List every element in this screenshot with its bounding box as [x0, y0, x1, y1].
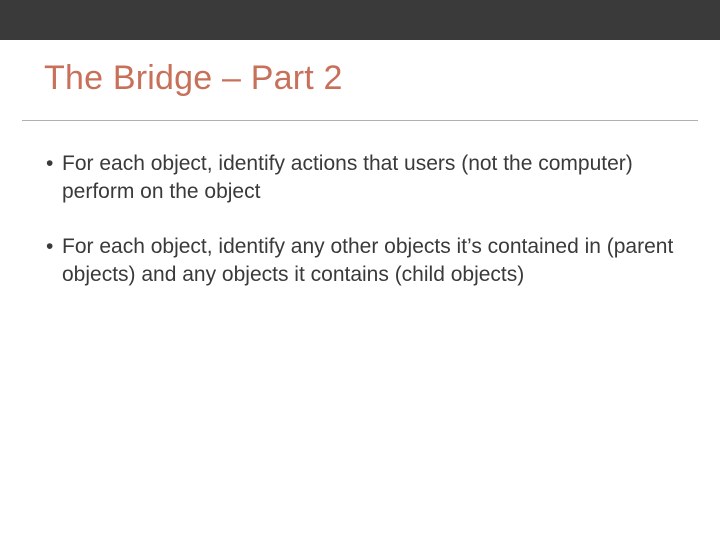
title-underline [22, 120, 698, 121]
slide: The Bridge – Part 2 • For each object, i… [0, 0, 720, 540]
bullet-text: For each object, identify any other obje… [62, 233, 674, 290]
bullet-icon: • [46, 233, 62, 261]
list-item: • For each object, identify any other ob… [46, 233, 674, 290]
slide-title: The Bridge – Part 2 [44, 60, 343, 97]
bullet-icon: • [46, 150, 62, 178]
list-item: • For each object, identify actions that… [46, 150, 674, 207]
bullet-text: For each object, identify actions that u… [62, 150, 674, 207]
body-content: • For each object, identify actions that… [46, 150, 674, 315]
top-bar [0, 0, 720, 40]
